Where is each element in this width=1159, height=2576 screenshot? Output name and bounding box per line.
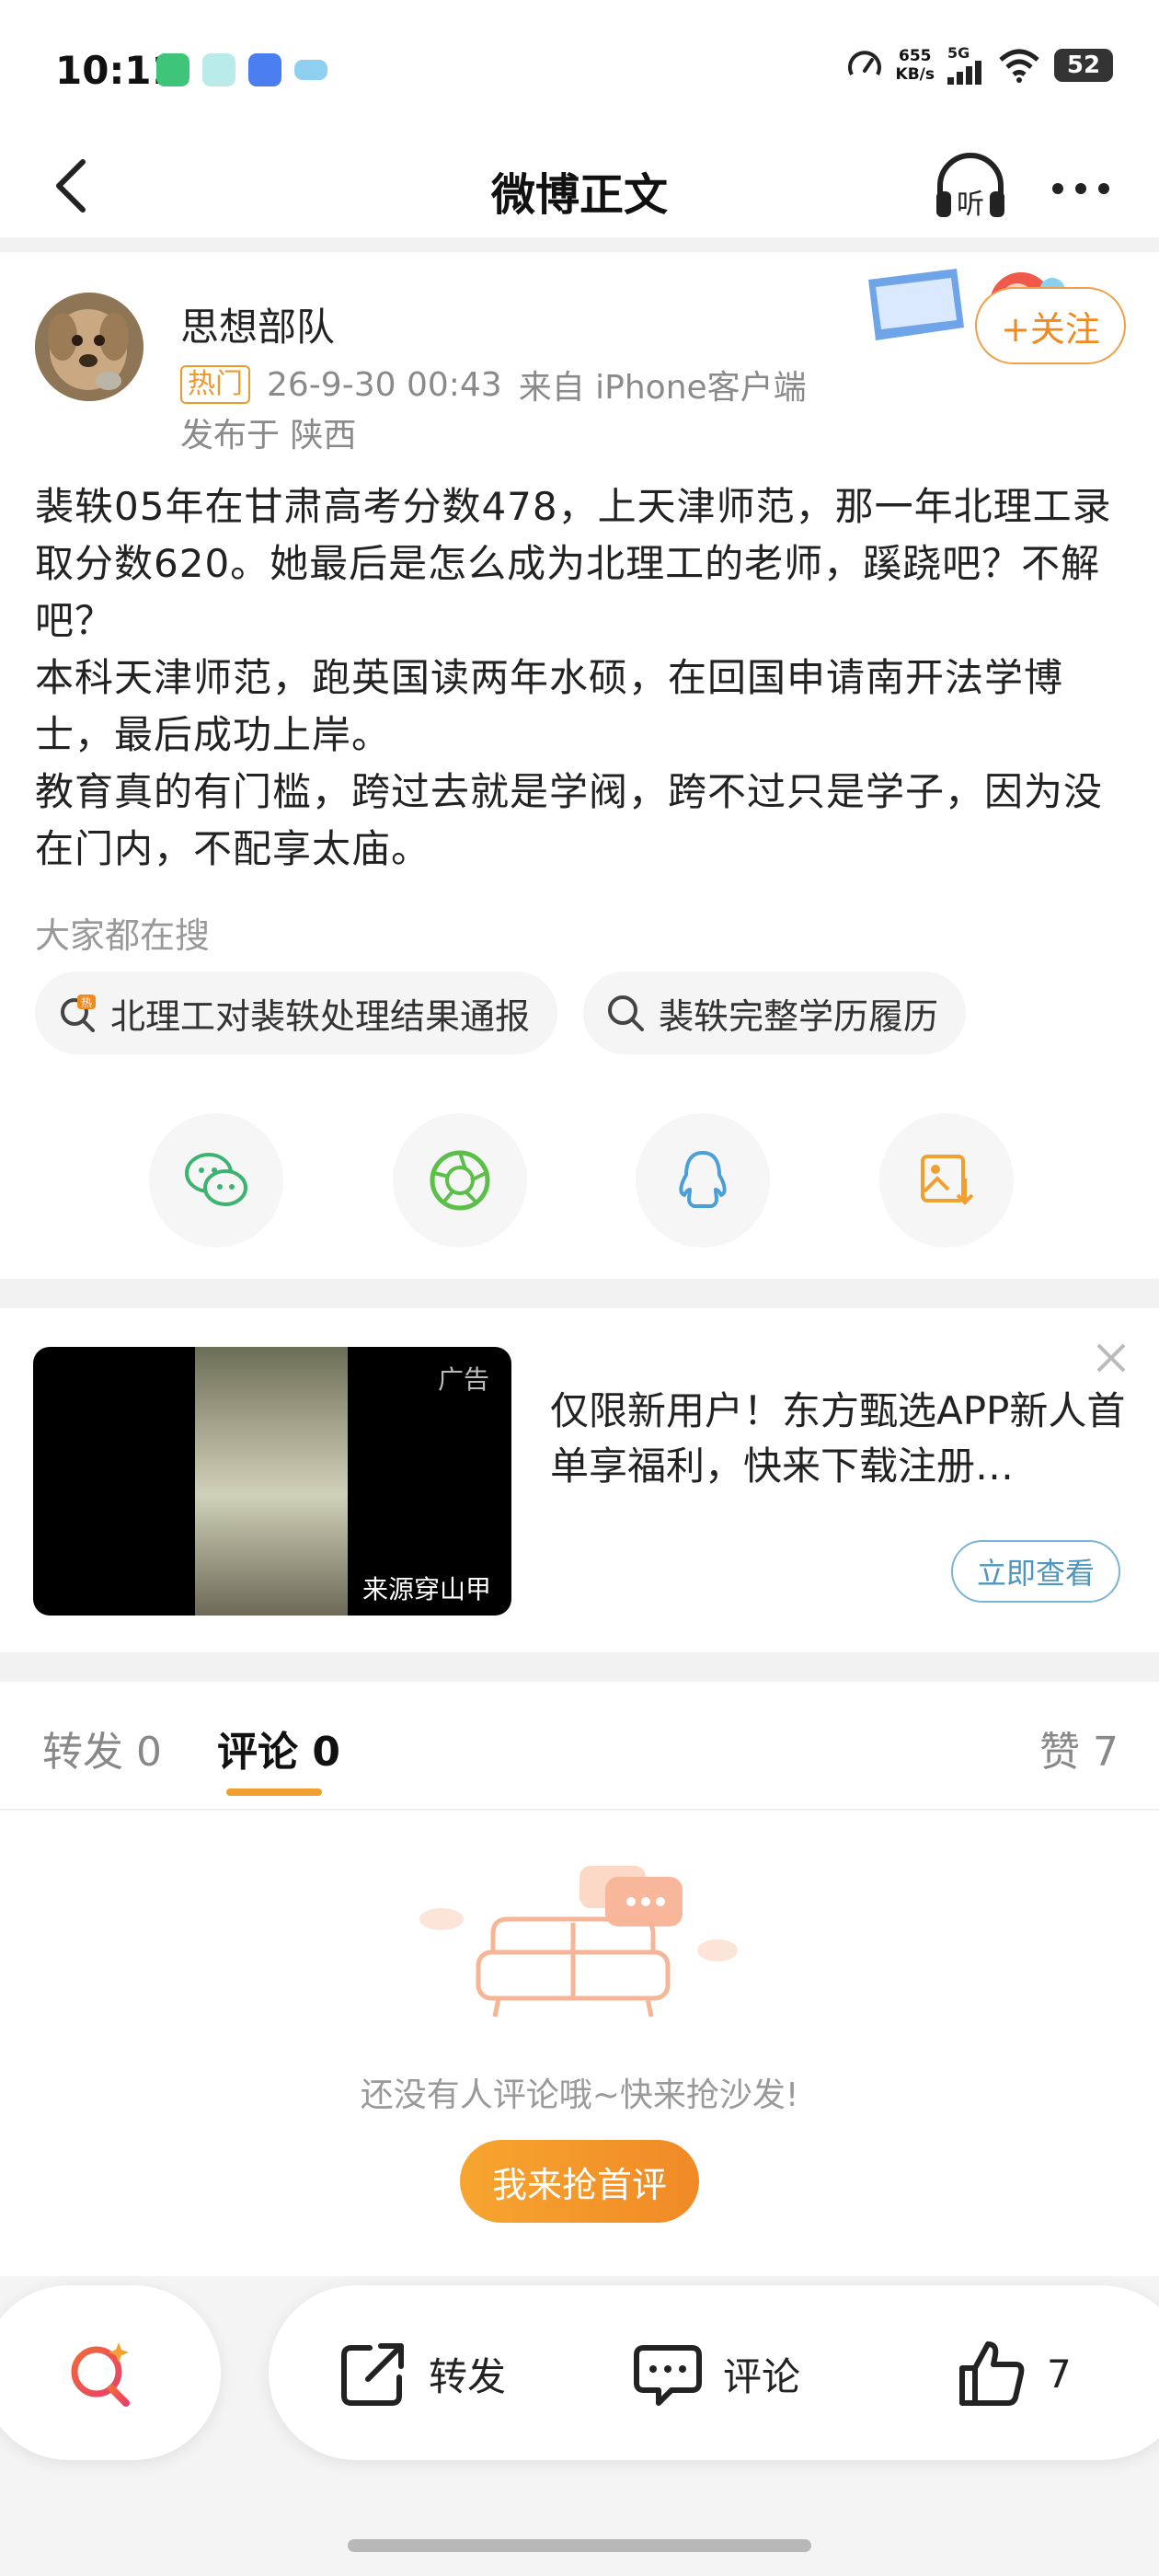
ad-tag: 广告 xyxy=(437,1364,489,1395)
search-chip-label: 裴轶完整学历履历 xyxy=(659,995,939,1037)
network-speed-unit: KB/s xyxy=(895,65,935,84)
comment-icon xyxy=(634,2345,702,2406)
search-icon xyxy=(608,995,645,1031)
ai-search-icon xyxy=(71,2342,130,2407)
save-image-button[interactable] xyxy=(878,1113,1014,1248)
status-bar: 10:11 655 KB/s 5G 52 xyxy=(0,0,1159,138)
post-timestamp: 26-9-30 00:43 xyxy=(267,365,502,404)
action-bar: 转发 评论 7 xyxy=(269,2285,1159,2460)
post-paragraph: 教育真的有门槛，跨过去就是学阀，跨不过只是学子，因为没在门内，不配享太庙。 xyxy=(35,769,1104,871)
top-nav: 微博正文 听 xyxy=(0,138,1159,239)
share-moments-button[interactable] xyxy=(392,1113,527,1248)
repost-icon xyxy=(341,2343,404,2406)
thumbs-up-icon xyxy=(959,2341,1025,2406)
battery-indicator: 52 xyxy=(1054,49,1113,82)
wechat-icon xyxy=(185,1153,247,1206)
notification-icons xyxy=(156,53,327,86)
close-icon[interactable] xyxy=(1091,1338,1131,1378)
trending-searches-heading: 大家都在搜 xyxy=(35,915,211,956)
more-icon[interactable] xyxy=(1049,156,1113,221)
repost-label: 转发 xyxy=(429,2353,507,2399)
speedometer-icon xyxy=(847,51,881,75)
share-wechat-button[interactable] xyxy=(149,1113,283,1248)
search-chip[interactable]: 裴轶完整学历履历 xyxy=(583,972,967,1054)
comment-button[interactable]: 评论 xyxy=(631,2337,800,2410)
divider xyxy=(0,1652,1159,1682)
tab-like[interactable]: 赞 7 xyxy=(1039,1719,1119,1777)
network-speed-value: 655 xyxy=(899,47,932,65)
ad-source: 来源穿山甲 xyxy=(361,1574,491,1604)
post-paragraph: 本科天津师范，跑英国读两年水硕，在回国申请南开法学博士，最后成功上岸。 xyxy=(35,655,1064,757)
tab-comment[interactable]: 评论 0 xyxy=(217,1719,340,1777)
wifi-app-icon xyxy=(248,53,281,86)
empty-comments-message: 还没有人评论哦~快来抢沙发! xyxy=(360,2076,799,2114)
active-tab-indicator xyxy=(226,1788,322,1796)
phone-app-icon xyxy=(156,53,189,86)
hot-badge: 热门 xyxy=(180,365,250,404)
ad-view-button[interactable]: 立即查看 xyxy=(951,1540,1120,1603)
search-chip-label: 北理工对裴轶处理结果通报 xyxy=(110,995,531,1037)
post-location: 发布于 陕西 xyxy=(180,417,357,454)
post-paragraph: 裴轶05年在甘肃高考分数478，上天津师范，那一年北理工录取分数620。她最后是… xyxy=(35,484,1112,643)
cell-signal: 5G xyxy=(947,46,984,85)
post-body: 裴轶05年在甘肃高考分数478，上天津师范，那一年北理工录取分数620。她最后是… xyxy=(35,478,1130,878)
divider xyxy=(0,1279,1159,1308)
share-row xyxy=(149,1113,1014,1248)
follow-button[interactable]: +关注 xyxy=(975,287,1126,364)
signal-bars-icon xyxy=(947,61,981,85)
author-name[interactable]: 思想部队 xyxy=(180,296,335,352)
repost-button[interactable]: 转发 xyxy=(337,2337,506,2410)
ad-video[interactable]: 广告 来源穿山甲 xyxy=(33,1347,511,1616)
hot-mark: 热 xyxy=(81,996,92,1009)
home-indicator[interactable] xyxy=(348,2539,811,2552)
divider xyxy=(0,237,1159,252)
comment-tabs: 转发 0 评论 0 赞 7 xyxy=(0,1693,1159,1811)
like-button[interactable]: 7 xyxy=(955,2337,1072,2410)
listen-headphones-icon[interactable]: 听 xyxy=(929,145,1012,228)
qq-icon xyxy=(679,1151,727,1208)
trending-searches: 热 北理工对裴轶处理结果通报 裴轶完整学历履历 xyxy=(35,972,967,1054)
post-source: 来自 iPhone客户端 xyxy=(518,369,807,407)
dog-avatar-image xyxy=(35,293,143,401)
message-app-icon xyxy=(202,53,235,86)
ad-text[interactable]: 仅限新用户！东方甄选APP新人首单享福利，快来下载注册… xyxy=(550,1384,1130,1494)
ad-thumbnail-image xyxy=(195,1347,348,1616)
empty-sofa-illustration xyxy=(419,1866,738,2018)
save-image-icon xyxy=(920,1155,974,1205)
signal-label: 5G xyxy=(947,44,970,62)
wifi-icon xyxy=(999,49,1039,83)
comment-label: 评论 xyxy=(723,2353,801,2399)
share-qq-button[interactable] xyxy=(636,1113,771,1248)
network-speed: 655 KB/s xyxy=(896,47,935,84)
first-comment-button[interactable]: 我来抢首评 xyxy=(460,2140,699,2223)
like-count: 7 xyxy=(1047,2351,1072,2397)
tab-repost[interactable]: 转发 0 xyxy=(42,1719,162,1777)
ai-search-button[interactable] xyxy=(0,2285,221,2460)
moments-icon xyxy=(430,1150,490,1211)
card-app-icon xyxy=(294,60,327,80)
hot-search-icon: 热 xyxy=(61,995,96,1032)
listen-label: 听 xyxy=(957,189,984,221)
avatar[interactable] xyxy=(35,293,143,401)
post-meta: 热门 26-9-30 00:43 来自 iPhone客户端 xyxy=(180,361,807,408)
status-right: 655 KB/s 5G 52 xyxy=(846,46,1113,85)
search-chip[interactable]: 热 北理工对裴轶处理结果通报 xyxy=(35,972,558,1054)
